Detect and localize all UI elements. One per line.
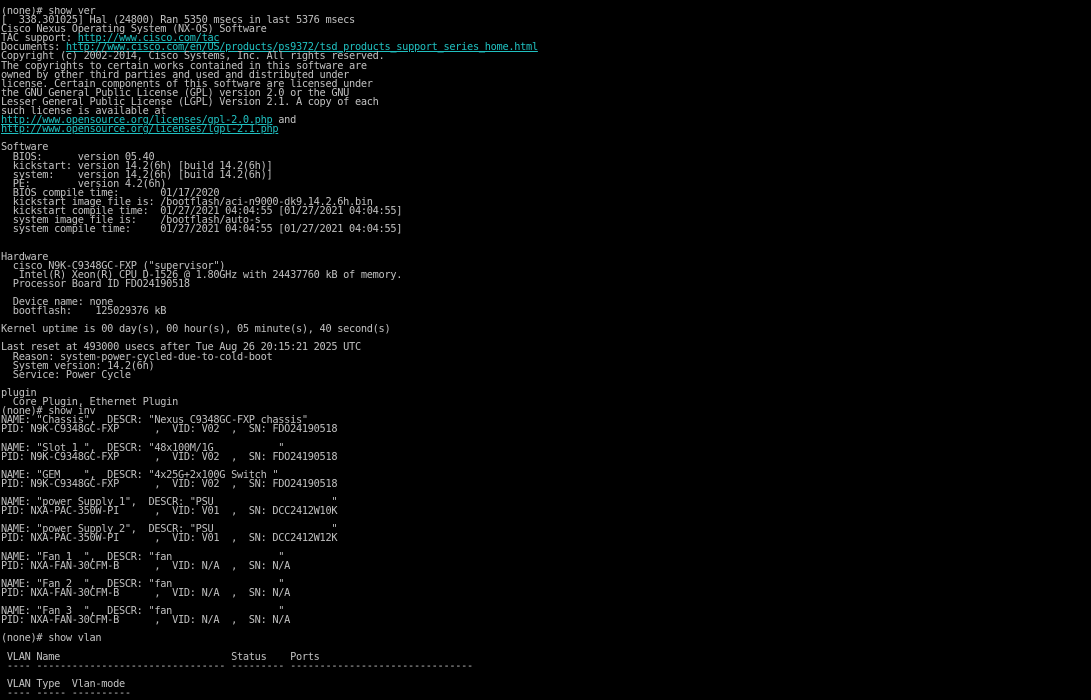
terminal-line: PID: NXA-FAN-30CFM-B , VID: N/A , SN: N/… xyxy=(1,614,1086,627)
terminal-text: ---- -------------------------------- --… xyxy=(1,659,473,672)
terminal-text: bootflash: 125029376 kB xyxy=(1,305,167,318)
terminal-line: Core Plugin, Ethernet Plugin xyxy=(1,397,1086,407)
terminal-text: PID: N9K-C9348GC-FXP , VID: V02 , SN: FD… xyxy=(1,450,338,463)
terminal-line: PID: NXA-FAN-30CFM-B , VID: N/A , SN: N/… xyxy=(1,587,1086,599)
terminal-text: PID: NXA-FAN-30CFM-B , VID: N/A , SN: N/… xyxy=(1,614,291,627)
terminal-line: PID: NXA-PAC-350W-PI , VID: V01 , SN: DC… xyxy=(1,505,1086,518)
terminal-line: bootflash: 125029376 kB xyxy=(1,305,1086,318)
terminal-line: PID: N9K-C9348GC-FXP , VID: V02 , SN: FD… xyxy=(1,450,1086,463)
terminal-text: Kernel uptime is 00 day(s), 00 hour(s), … xyxy=(1,323,391,336)
terminal-text: PID: N9K-C9348GC-FXP , VID: V02 , SN: FD… xyxy=(1,423,338,436)
terminal-output[interactable]: (none)# show ver[ 338.301025] Hal (24800… xyxy=(1,7,1086,700)
terminal-text: PID: NXA-PAC-350W-PI , VID: V01 , SN: DC… xyxy=(1,505,338,518)
terminal-line: http://www.opensource.org/licenses/lgpl-… xyxy=(1,123,1086,135)
terminal-text: ---- ----- ---------- xyxy=(1,687,131,700)
terminal-line: Software xyxy=(1,142,1086,152)
terminal-line: Processor Board ID FDO24190518 xyxy=(1,277,1086,290)
terminal-line: System version: 14.2(6h) xyxy=(1,361,1086,371)
terminal-text: system compile time: 01/27/2021 04:04:55… xyxy=(1,223,403,236)
terminal-line: ---- -------------------------------- --… xyxy=(1,659,1086,672)
terminal-line: (none)# show vlan xyxy=(1,632,1086,645)
terminal-line: Reason: system-power-cycled-due-to-cold-… xyxy=(1,351,1086,361)
terminal-line: PID: N9K-C9348GC-FXP , VID: V02 , SN: FD… xyxy=(1,423,1086,436)
terminal-text: PID: NXA-PAC-350W-PI , VID: V01 , SN: DC… xyxy=(1,532,338,545)
terminal-text: Service: Power Cycle xyxy=(1,368,131,381)
terminal-line: PID: NXA-PAC-350W-PI , VID: V01 , SN: DC… xyxy=(1,532,1086,545)
terminal-line: Service: Power Cycle xyxy=(1,368,1086,381)
terminal-text: PID: N9K-C9348GC-FXP , VID: V02 , SN: FD… xyxy=(1,477,338,490)
terminal-text: (none)# show vlan xyxy=(1,632,102,645)
terminal-line: ---- ----- ---------- xyxy=(1,687,1086,700)
terminal-line: system compile time: 01/27/2021 04:04:55… xyxy=(1,223,1086,236)
terminal-line: Kernel uptime is 00 day(s), 00 hour(s), … xyxy=(1,323,1086,336)
terminal-link[interactable]: http://www.opensource.org/licenses/lgpl-… xyxy=(1,123,279,135)
terminal-line: PID: NXA-FAN-30CFM-B , VID: N/A , SN: N/… xyxy=(1,559,1086,572)
terminal-line: PID: N9K-C9348GC-FXP , VID: V02 , SN: FD… xyxy=(1,477,1086,490)
terminal-text: PID: NXA-FAN-30CFM-B , VID: N/A , SN: N/… xyxy=(1,587,291,599)
terminal-text: Processor Board ID FDO24190518 xyxy=(1,277,190,290)
terminal-line: VLAN Type Vlan-mode xyxy=(1,679,1086,689)
terminal-text: PID: NXA-FAN-30CFM-B , VID: N/A , SN: N/… xyxy=(1,559,291,572)
